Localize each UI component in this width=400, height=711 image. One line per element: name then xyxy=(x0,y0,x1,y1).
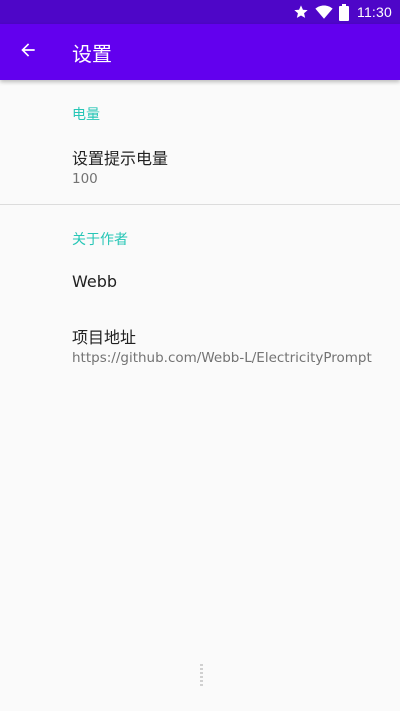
pref-author-title: Webb xyxy=(72,272,118,291)
pref-reminder-level-summary: 100 xyxy=(72,171,98,187)
category-about: 关于作者 xyxy=(72,232,128,248)
scroll-indicator xyxy=(200,664,203,686)
category-battery: 电量 xyxy=(72,107,100,123)
pref-project-url-summary: https://github.com/Webb-L/ElectricityPro… xyxy=(72,350,372,366)
status-time: 11:30 xyxy=(357,4,392,20)
battery-icon xyxy=(339,3,349,21)
pref-author[interactable]: Webb xyxy=(0,255,400,309)
star-icon xyxy=(293,4,309,20)
back-button[interactable] xyxy=(0,24,56,80)
pref-reminder-level[interactable]: 设置提示电量 100 xyxy=(0,130,400,204)
preference-list: 电量 设置提示电量 100 关于作者 Webb 项目地址 https://git… xyxy=(0,80,400,383)
pref-project-url[interactable]: 项目地址 https://github.com/Webb-L/Electrici… xyxy=(0,309,400,383)
app-bar: 设置 xyxy=(0,24,400,80)
status-bar: 11:30 xyxy=(0,0,400,24)
pref-reminder-level-title: 设置提示电量 xyxy=(72,149,169,168)
pref-project-url-title: 项目地址 xyxy=(72,328,137,347)
arrow-back-icon xyxy=(18,40,38,64)
settings-screen: 11:30 设置 电量 设置提示电量 100 关于作者 Webb 项目地址 ht… xyxy=(0,0,400,711)
page-title: 设置 xyxy=(72,41,112,66)
wifi-icon xyxy=(315,4,333,20)
